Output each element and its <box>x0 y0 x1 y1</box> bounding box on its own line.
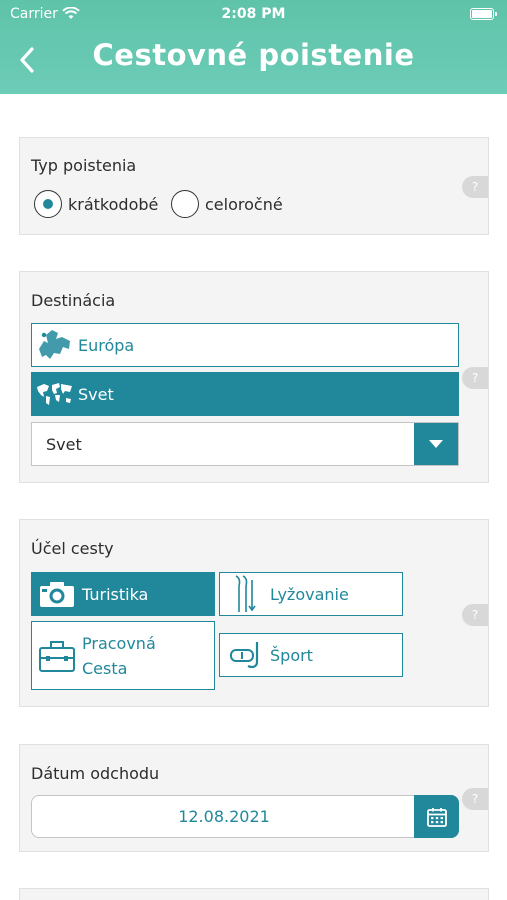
status-time: 2:08 PM <box>221 6 286 22</box>
next-card <box>19 888 489 900</box>
back-button[interactable] <box>16 45 42 75</box>
purpose-label-line1: Pracovná <box>82 633 156 653</box>
status-bar: Carrier 2:08 PM <box>0 5 507 25</box>
departure-date-card: Dátum odchodu 12.08.2021 ? <box>19 744 489 852</box>
help-button[interactable]: ? <box>462 367 488 389</box>
destination-card: Destinácia Európa Svet Svet ? <box>19 271 489 483</box>
purpose-option-tourism[interactable]: Turistika <box>31 572 215 616</box>
purpose-option-business[interactable]: Pracovná Cesta <box>31 621 215 690</box>
help-button[interactable]: ? <box>462 604 488 626</box>
destination-select[interactable]: Svet <box>31 422 459 466</box>
trip-purpose-card: Účel cesty Turistika Lyžovanie Pracovná … <box>19 519 489 707</box>
purpose-option-label: Turistika <box>82 584 149 604</box>
radio-short-term-label: krátkodobé <box>68 194 159 214</box>
destination-option-world[interactable]: Svet <box>31 372 459 416</box>
radio-annual[interactable]: celoročné <box>171 190 283 218</box>
world-map-icon <box>32 374 78 414</box>
destination-option-label: Európa <box>78 335 135 355</box>
radio-circle-selected <box>34 190 62 218</box>
radio-annual-label: celoročné <box>205 194 283 214</box>
radio-short-term[interactable]: krátkodobé <box>34 190 158 218</box>
help-button[interactable]: ? <box>462 176 488 198</box>
calendar-icon[interactable] <box>414 795 459 838</box>
departure-date-value: 12.08.2021 <box>178 807 270 826</box>
destination-select-value: Svet <box>46 435 82 454</box>
purpose-option-sport[interactable]: Šport <box>219 633 403 677</box>
app-header: Carrier 2:08 PM Cestovné poistenie <box>0 0 507 94</box>
departure-date-field[interactable]: 12.08.2021 <box>31 795 459 838</box>
insurance-type-label: Typ poistenia <box>31 156 137 175</box>
destination-option-europe[interactable]: Európa <box>31 323 459 367</box>
departure-date-label: Dátum odchodu <box>31 764 160 783</box>
snorkel-icon <box>220 635 270 675</box>
purpose-option-skiing[interactable]: Lyžovanie <box>219 572 403 616</box>
insurance-type-card: Typ poistenia krátkodobé celoročné ? <box>19 137 489 235</box>
briefcase-icon <box>32 623 82 689</box>
purpose-option-label: Lyžovanie <box>270 584 349 604</box>
page-title: Cestovné poistenie <box>92 38 415 72</box>
destination-option-label: Svet <box>78 384 114 404</box>
battery-icon <box>470 8 497 20</box>
camera-icon <box>32 574 82 614</box>
help-button[interactable]: ? <box>462 788 488 810</box>
chevron-left-icon <box>20 47 34 73</box>
chevron-down-icon[interactable] <box>414 423 458 465</box>
europe-map-icon <box>32 325 78 365</box>
purpose-option-label: Šport <box>270 645 313 665</box>
ski-icon <box>220 574 270 614</box>
trip-purpose-label: Účel cesty <box>31 539 114 558</box>
purpose-label-line2: Cesta <box>82 658 128 678</box>
destination-label: Destinácia <box>31 291 116 310</box>
purpose-option-label: Pracovná Cesta <box>82 631 156 681</box>
radio-circle <box>171 190 199 218</box>
